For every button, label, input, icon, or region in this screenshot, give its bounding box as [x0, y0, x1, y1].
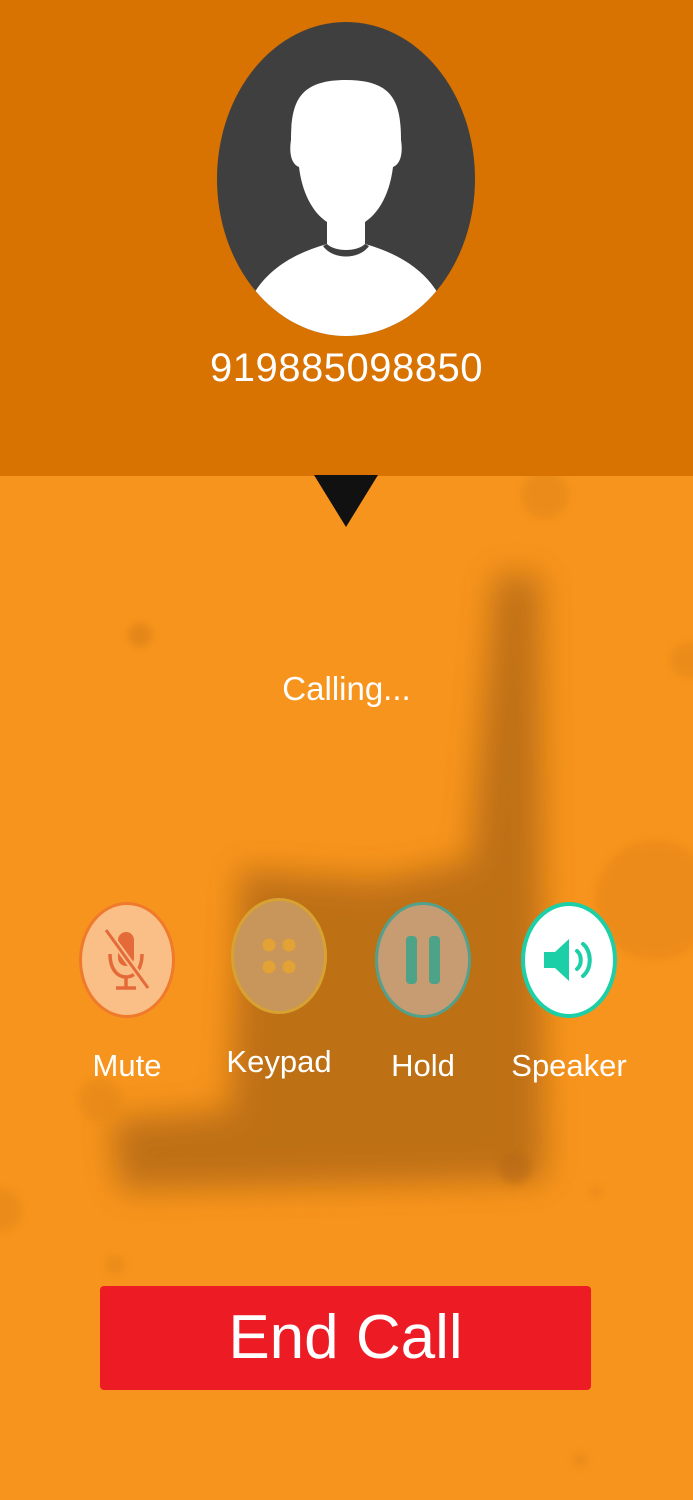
speaker-button-circle[interactable] [521, 902, 617, 1018]
caller-number: 919885098850 [210, 346, 483, 390]
mute-button[interactable]: Mute [52, 898, 202, 1098]
keypad-button-circle[interactable] [231, 898, 327, 1014]
pause-icon [406, 936, 440, 984]
call-status: Calling... [282, 670, 411, 707]
keypad-label: Keypad [226, 1044, 332, 1079]
end-call-button[interactable]: End Call [100, 1286, 591, 1390]
call-screen: 919885098850 Calling... Mute Keypad Hold… [0, 0, 693, 1500]
keypad-button[interactable]: Keypad [204, 898, 354, 1098]
mute-button-circle[interactable] [79, 902, 175, 1018]
dial-pad-icon [262, 938, 296, 974]
header-pointer [314, 475, 378, 527]
hold-button[interactable]: Hold [348, 898, 498, 1098]
speaker-icon [544, 939, 592, 981]
person-silhouette-icon [217, 22, 475, 336]
speaker-button[interactable]: Speaker [494, 898, 644, 1098]
caller-header: 919885098850 [0, 0, 693, 476]
microphone-off-icon [103, 927, 151, 991]
hold-button-circle[interactable] [375, 902, 471, 1018]
mute-label: Mute [92, 1048, 162, 1083]
hold-label: Hold [391, 1048, 455, 1083]
speaker-label: Speaker [511, 1048, 627, 1083]
